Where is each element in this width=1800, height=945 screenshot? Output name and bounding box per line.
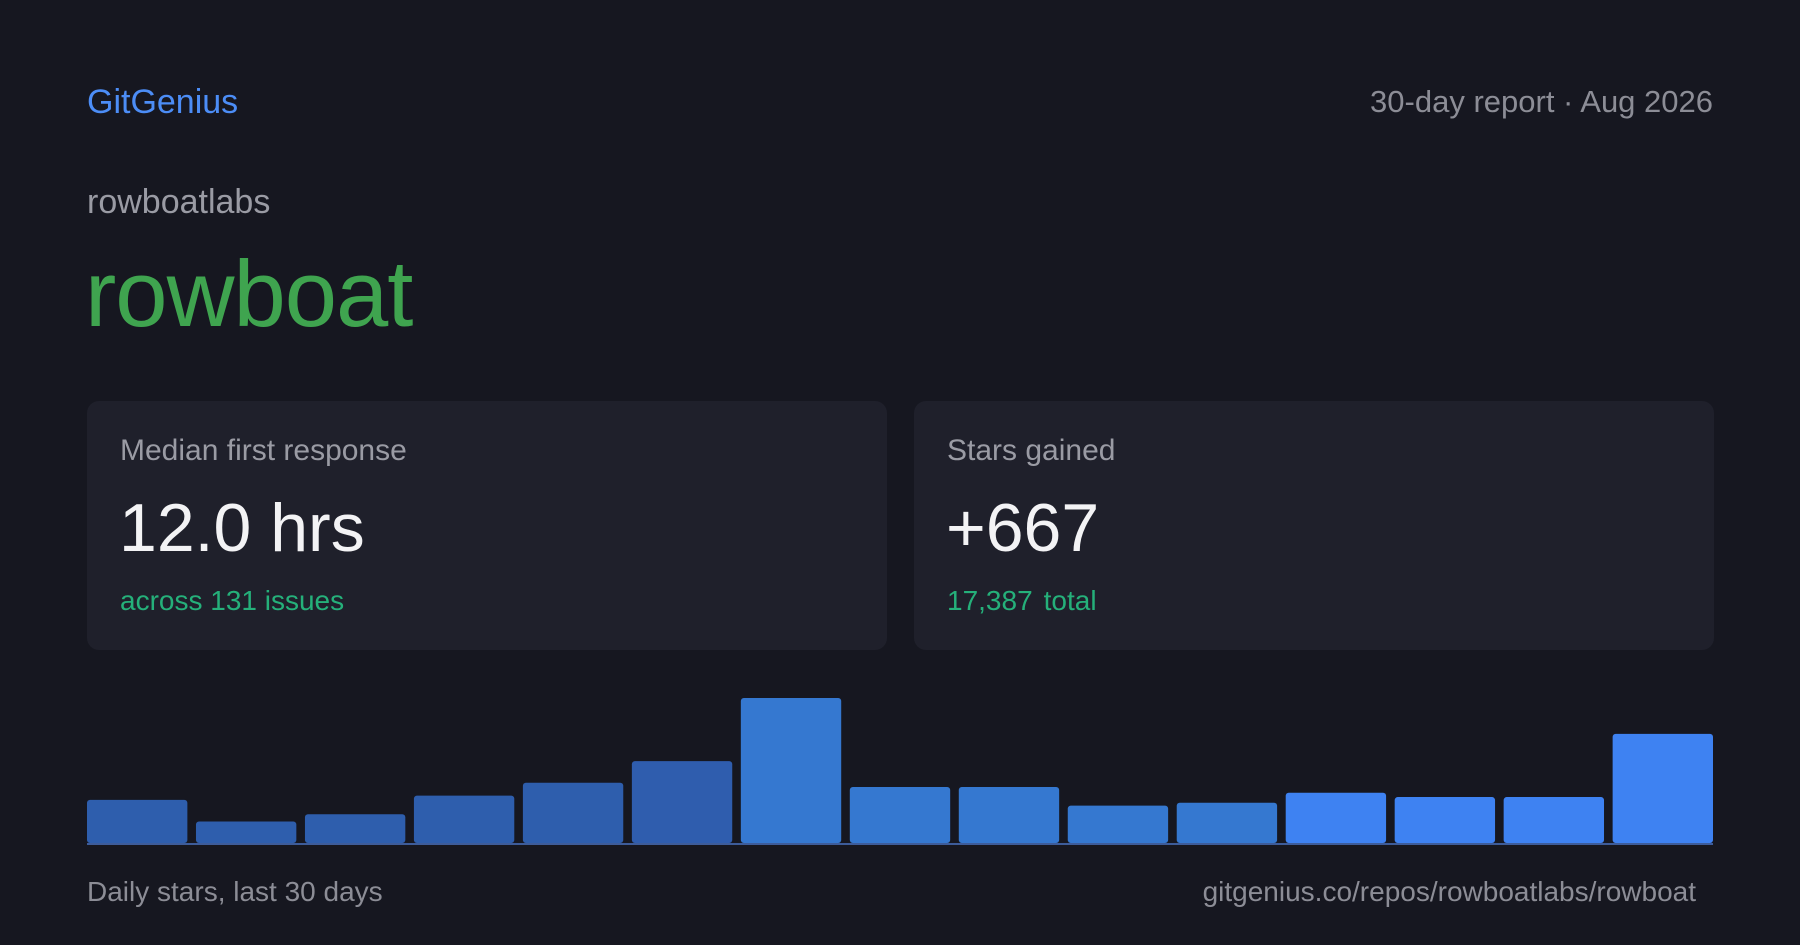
report-card: GitGenius 30-day report · Aug 2026 rowbo… [0,0,1800,945]
median-response-subtitle: across 131 issues [120,585,345,616]
stars-bar-6 [631,761,733,843]
repo-owner: rowboatlabs [87,183,271,221]
stars-bar-8 [849,787,951,843]
stars-bar-11 [1176,802,1278,843]
repo-name: rowboat [85,241,413,346]
stars-bar-1 [87,799,188,843]
median-response-value: 12.0 hrs [119,490,365,566]
stars-total-suffix: total [1043,585,1097,616]
stars-bar-9 [958,787,1060,843]
stars-bar-2 [195,821,297,843]
stars-bar-12 [1285,792,1387,843]
stars-bar-15 [1612,733,1713,843]
median-response-label: Median first response [120,434,407,467]
median-response-card: Median first response 12.0 hrs across 13… [87,401,887,650]
stars-bar-10 [1067,805,1169,843]
stars-bar-14 [1503,797,1605,843]
stars-bar-3 [304,814,406,843]
stars-bar-5 [522,782,624,843]
stars-total-value: 17,387 [947,585,1033,616]
stars-bar-13 [1394,797,1496,843]
stars-bar-4 [413,795,515,843]
report-period: 30-day report · Aug 2026 [1370,84,1713,119]
stars-total: 17,387 total [947,581,1097,621]
stars-bar-7 [740,698,842,843]
chart-caption: Daily stars, last 30 days [87,876,383,907]
repo-url: gitgenius.co/repos/rowboatlabs/rowboat [1202,876,1696,907]
brand-name: GitGenius [87,83,239,121]
daily-stars-chart [87,698,1713,845]
stars-gained-value: +667 [946,490,1100,566]
stars-gained-label: Stars gained [947,434,1116,467]
stars-gained-card: Stars gained +667 17,387 total [914,401,1714,650]
